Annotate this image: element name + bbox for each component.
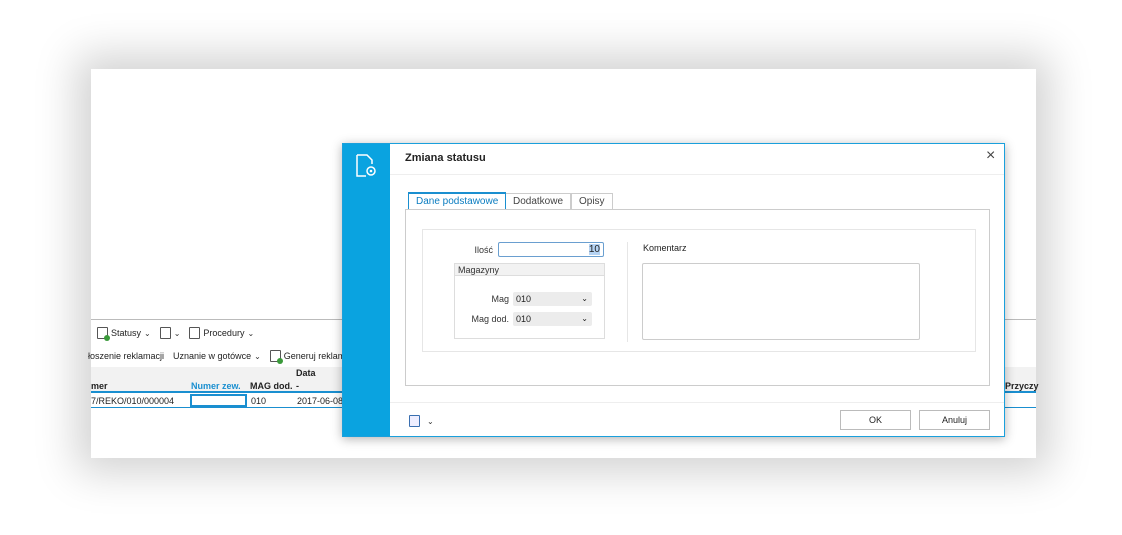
mag-select[interactable]: 010 ⌄: [513, 292, 592, 306]
chevron-down-icon: ⌄: [247, 328, 255, 338]
options-menu-button[interactable]: ⌄: [409, 415, 434, 427]
calculator-icon: [409, 415, 420, 427]
procedury-button[interactable]: Procedury ⌄: [189, 327, 254, 339]
mag-dod-select[interactable]: 010 ⌄: [513, 312, 592, 326]
gear-document-icon: [189, 327, 201, 339]
ok-button[interactable]: OK: [840, 410, 911, 430]
divider: [627, 242, 628, 342]
tab-dodatkowe[interactable]: Dodatkowe: [505, 193, 572, 210]
chevron-down-icon: ⌄: [254, 351, 261, 361]
magazyny-group: Magazyny Mag 010 ⌄ Mag dod. 010 ⌄: [454, 263, 605, 339]
divider: [390, 402, 1004, 403]
chevron-down-icon: ⌄: [144, 328, 151, 338]
refresh-menu-button[interactable]: ⌄: [159, 327, 181, 339]
toolbar-row-1: Statusy ⌄ ⌄ Procedury ⌄: [97, 327, 254, 341]
column-header[interactable]: -: [296, 381, 299, 391]
divider: [390, 174, 1004, 175]
chevron-down-icon: ⌄: [581, 294, 588, 303]
dialog-title: Zmiana statusu: [405, 152, 486, 164]
ilosc-input[interactable]: 10: [498, 242, 604, 257]
cancel-button[interactable]: Anuluj: [919, 410, 990, 430]
column-header[interactable]: MAG dod.: [250, 381, 293, 391]
close-icon[interactable]: ×: [986, 147, 995, 165]
chevron-down-icon: ⌄: [427, 416, 434, 426]
tab-panel: Ilość 10 Magazyny Mag 010 ⌄ Mag dod. 010 ⌄…: [405, 209, 990, 386]
tab-dane-podstawowe[interactable]: Dane podstawowe: [408, 192, 507, 209]
column-header[interactable]: mer: [91, 381, 108, 391]
status-icon: [97, 327, 110, 341]
form-group: Ilość 10 Magazyny Mag 010 ⌄ Mag dod. 010 ⌄…: [422, 229, 976, 352]
refresh-icon: [159, 327, 171, 339]
generate-icon: [269, 350, 283, 364]
chevron-down-icon: ⌄: [581, 314, 588, 323]
column-header[interactable]: Przyczy: [1005, 381, 1039, 391]
tab-opisy[interactable]: Opisy: [571, 193, 613, 210]
zgloszenie-reklamacji-button[interactable]: łoszenie reklamacji: [88, 351, 164, 361]
zmiana-statusu-dialog: Zmiana statusu × Dane podstawowe Dodatko…: [342, 143, 1005, 437]
uznanie-button[interactable]: Uznanie w gotówce ⌄: [173, 351, 261, 361]
generuj-button[interactable]: Generuj reklam: [269, 350, 345, 364]
document-gear-icon: [356, 154, 376, 177]
statusy-button[interactable]: Statusy ⌄: [97, 327, 151, 341]
komentarz-textarea[interactable]: [642, 263, 920, 340]
numer-zew-cell[interactable]: [190, 394, 247, 407]
dialog-sidebar: [343, 144, 390, 436]
chevron-down-icon: ⌄: [173, 328, 181, 338]
toolbar-row-2: łoszenie reklamacji Uznanie w gotówce ⌄ G…: [88, 350, 345, 364]
column-header[interactable]: Numer zew.: [191, 381, 241, 391]
